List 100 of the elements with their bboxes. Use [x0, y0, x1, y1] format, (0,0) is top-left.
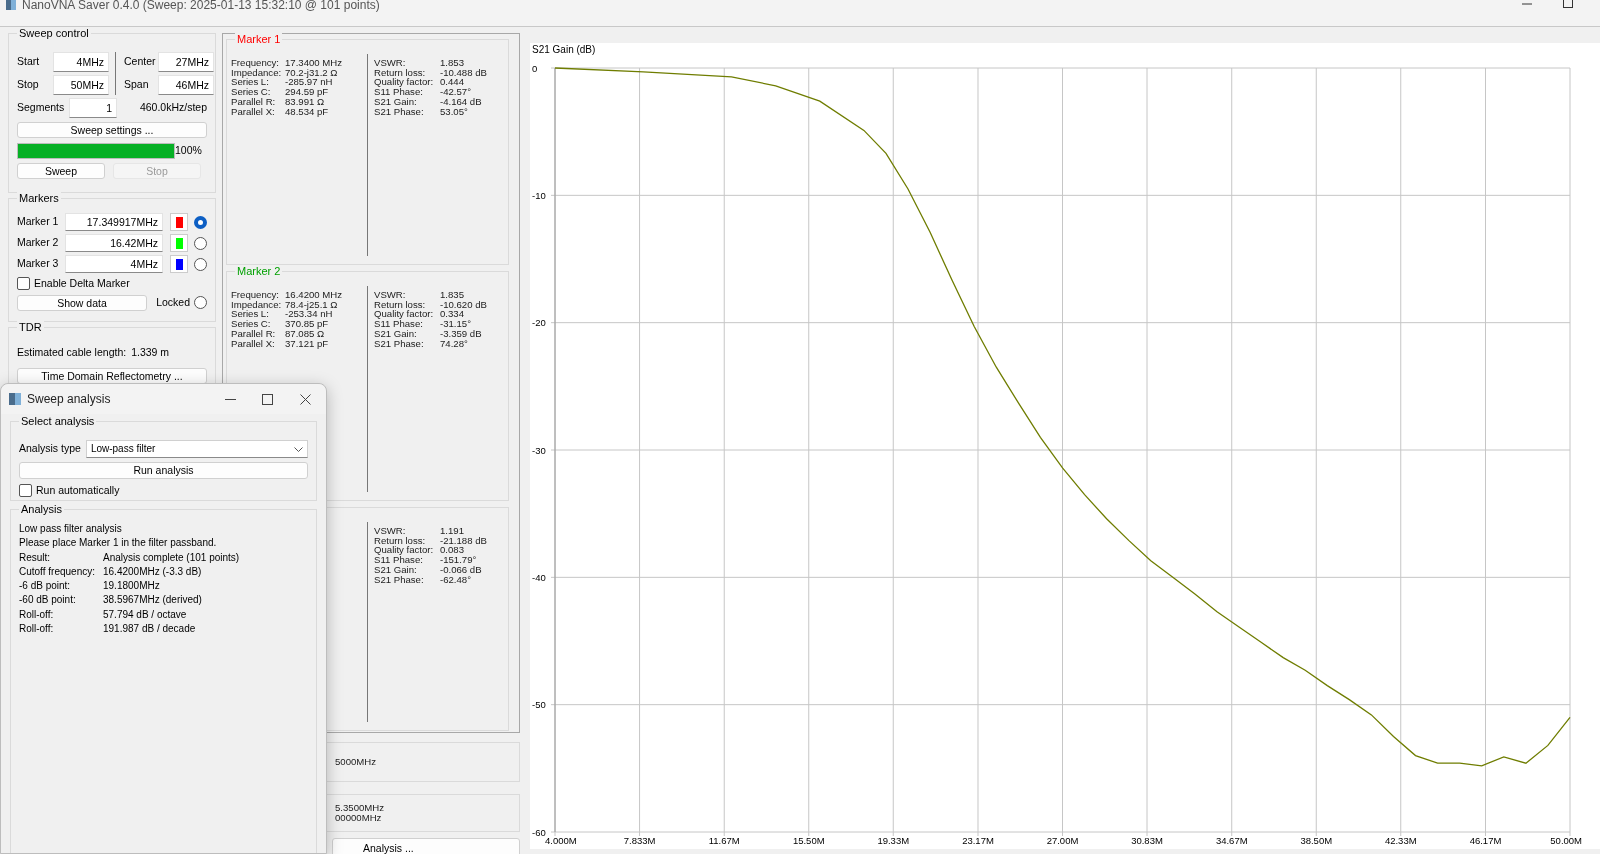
window-title: Sweep analysis	[27, 391, 111, 408]
group-title: Markers	[17, 192, 61, 205]
radio-button[interactable]	[194, 215, 207, 229]
result-value: Analysis complete (101 points)	[103, 550, 241, 565]
result-label: -6 dB point:	[19, 579, 72, 594]
color-picker-button[interactable]	[170, 255, 188, 273]
data-value: -10.620 dB	[440, 299, 487, 310]
maximize-icon[interactable]	[262, 393, 273, 405]
data-value: -42.57°	[440, 87, 473, 97]
data-value: -0.066 dB	[440, 564, 483, 575]
data-value: 87.085 Ω	[285, 328, 325, 339]
group-title: Select analysis	[19, 415, 97, 428]
group-title: Sweep control	[17, 27, 91, 40]
data-label: Impedance:	[231, 299, 283, 310]
input-field[interactable]: 4MHz	[65, 255, 163, 273]
frequency-text: 5.3500MHz	[335, 803, 385, 813]
data-label: Quality factor:	[374, 77, 435, 88]
axis-tick-label: 38.50M	[1300, 835, 1333, 846]
field-label: Marker 2	[17, 235, 60, 251]
data-value: 78.4-j25.1 Ω	[285, 299, 339, 310]
analysis-heading: Low pass filter analysis	[19, 522, 123, 536]
axis-tick-label: 27.00M	[1046, 835, 1079, 846]
input-field[interactable]: 17.349917MHz	[65, 213, 163, 231]
radio-button[interactable]	[194, 296, 207, 310]
data-label: Series C:	[231, 87, 272, 97]
step-label: 460.0kHz/step	[139, 100, 207, 116]
data-label: Quality factor:	[374, 309, 435, 320]
axis-tick-label: 0	[532, 62, 538, 74]
data-label: Return loss:	[374, 535, 427, 546]
data-label: S11 Phase:	[374, 319, 424, 329]
data-value: 0.083	[440, 545, 465, 556]
data-label: Frequency:	[231, 58, 279, 68]
checkbox-label: Run automatically	[36, 483, 120, 498]
caret-icon	[294, 446, 303, 452]
result-label: Result:	[19, 550, 52, 565]
sweep-button[interactable]: Sweep	[17, 163, 105, 179]
data-value: -62.48°	[440, 574, 473, 585]
axis-tick-label: 4.000M	[545, 835, 577, 846]
marker-title: Marker 2	[235, 265, 283, 278]
axis-tick-label: 7.833M	[623, 835, 656, 846]
data-value: 1.853	[440, 58, 465, 68]
show-data-button[interactable]: Show data	[17, 294, 147, 311]
result-label: Cutoff frequency:	[19, 564, 96, 579]
input-field[interactable]: 16.42MHz	[65, 234, 163, 252]
maximize-icon[interactable]	[1563, 0, 1573, 8]
close-icon[interactable]	[300, 393, 311, 405]
data-value: 17.3400 MHz	[285, 58, 344, 68]
result-value: 19.1800MHz	[103, 579, 161, 594]
data-label: Quality factor:	[374, 545, 435, 556]
data-label: S21 Phase:	[374, 338, 425, 349]
data-value: 74.28°	[440, 338, 469, 349]
checkbox[interactable]	[17, 277, 30, 291]
color-picker-button[interactable]	[170, 234, 188, 252]
data-label: S21 Gain:	[374, 564, 418, 575]
data-label: S21 Gain:	[374, 96, 418, 107]
field-label: Span	[124, 77, 150, 93]
axis-tick-label: -10	[532, 189, 546, 201]
analysis-button[interactable]: Analysis ...	[332, 838, 520, 854]
data-label: Return loss:	[374, 299, 427, 310]
axis-tick-label: -20	[532, 317, 546, 329]
data-label: Series C:	[231, 319, 272, 329]
result-value: 16.4200MHz (-3.3 dB)	[103, 564, 203, 579]
radio-button[interactable]	[194, 236, 207, 250]
run-analysis-button[interactable]: Run analysis	[19, 462, 308, 479]
data-value: 48.534 pF	[285, 106, 330, 117]
frequency-text: 5000MHz	[335, 757, 377, 767]
input-field[interactable]: 27MHz	[158, 52, 214, 72]
data-value: 1.191	[440, 526, 465, 536]
marker-title: Marker 1	[235, 33, 283, 46]
data-label: S21 Gain:	[374, 328, 418, 339]
analysis-note: Please place Marker 1 in the filter passband.	[19, 536, 218, 551]
data-label: S21 Phase:	[374, 574, 425, 585]
data-label: S11 Phase:	[374, 87, 424, 97]
field-label: Center	[124, 54, 157, 70]
axis-tick-label: 46.17M	[1469, 835, 1502, 846]
data-value: 294.59 pF	[285, 87, 330, 97]
input-field[interactable]: 1	[69, 98, 117, 118]
tdr-button[interactable]: Time Domain Reflectometry ...	[17, 367, 207, 384]
data-value: -285.97 nH	[285, 77, 334, 88]
data-value: 16.4200 MHz	[285, 290, 344, 300]
data-value: 370.85 pF	[285, 319, 330, 329]
color-picker-button[interactable]	[170, 213, 188, 231]
analysis-type-dropdown[interactable]: Low-pass filter	[85, 440, 308, 458]
input-field[interactable]: 46MHz	[158, 75, 214, 95]
radio-label: Locked	[156, 294, 190, 310]
input-field[interactable]: 50MHz	[53, 75, 109, 95]
data-value: 0.444	[440, 77, 465, 88]
axis-tick-label: 15.50M	[792, 835, 825, 846]
checkbox-label: Enable Delta Marker	[34, 276, 130, 291]
radio-button[interactable]	[194, 257, 207, 271]
data-value: 83.991 Ω	[285, 96, 325, 107]
frequency-text: 00000MHz	[335, 813, 383, 823]
data-label: Series L:	[231, 309, 269, 320]
axis-tick-label: 34.67M	[1215, 835, 1248, 846]
sweep-settings-button[interactable]: Sweep settings ...	[17, 122, 207, 138]
input-field[interactable]: 4MHz	[53, 52, 109, 72]
checkbox[interactable]	[19, 484, 32, 498]
data-label: Series L:	[231, 77, 269, 88]
app-icon	[9, 393, 21, 405]
data-label: VSWR:	[374, 58, 406, 68]
